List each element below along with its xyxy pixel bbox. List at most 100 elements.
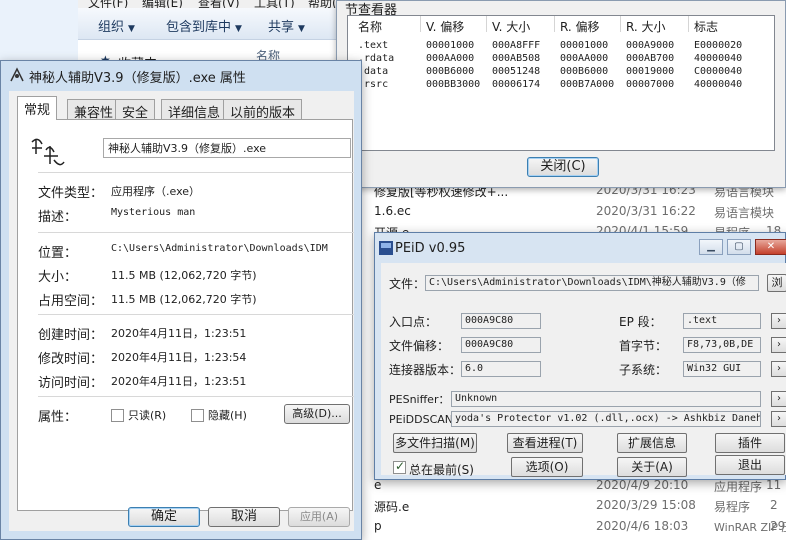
- table-row[interactable]: .text 00001000 000A8FFF 00001000 000A900…: [348, 40, 774, 53]
- peiddscan-arrow-icon[interactable]: ›: [771, 411, 786, 427]
- file-type-value: 应用程序（.exe）: [111, 185, 201, 198]
- about-button[interactable]: 关于(A): [617, 457, 687, 477]
- advanced-button[interactable]: 高级(D)...: [284, 404, 350, 424]
- cell-roffset: 00001000: [560, 40, 609, 51]
- cell-name: .data: [358, 66, 389, 77]
- options-button[interactable]: 选项(O): [511, 457, 583, 477]
- file-properties-dialog: 神秘人辅助V3.9（修复版）.exe 属性 常规 兼容性 安全 详细信息 以前的…: [0, 60, 362, 540]
- pesniffer-arrow-icon[interactable]: ›: [771, 391, 786, 407]
- menu-file[interactable]: 文件(F): [88, 0, 128, 8]
- organize-button[interactable]: 组织 ▼: [98, 16, 135, 35]
- created-label: 创建时间：: [38, 328, 104, 343]
- cell-rsize: 00007000: [626, 79, 675, 90]
- readonly-label: 只读(R): [128, 409, 167, 422]
- exit-button[interactable]: 退出: [715, 455, 785, 475]
- maximize-icon[interactable]: ▢: [727, 239, 751, 255]
- table-row[interactable]: .data 000B6000 00051248 000B6000 0001900…: [348, 66, 774, 79]
- pesniffer-field: Unknown: [451, 391, 761, 407]
- section-viewer-window: 节查看器 名称 V. 偏移 V. 大小 R. 偏移 R. 大小 标志 .text…: [336, 0, 786, 188]
- ep-section-label: EP 段：: [619, 315, 662, 329]
- cell-rsize: 00019000: [626, 66, 675, 77]
- close-icon[interactable]: ✕: [755, 239, 786, 255]
- file-label: 文件：: [389, 277, 426, 291]
- column-header-voffset[interactable]: V. 偏移: [426, 18, 464, 35]
- size-value: 11.5 MB (12,062,720 字节): [111, 269, 257, 282]
- share-button[interactable]: 共享 ▼: [268, 16, 305, 35]
- cancel-button[interactable]: 取消: [208, 507, 280, 527]
- filename-input[interactable]: 神秘人辅助V3.9（修复版）.exe: [103, 138, 351, 158]
- subsystem-arrow-icon[interactable]: ›: [771, 361, 786, 377]
- file-type: 易语言模块: [714, 206, 775, 220]
- subsystem-field: Win32 GUI: [683, 361, 761, 377]
- hidden-label: 隐藏(H): [208, 409, 247, 422]
- list-item[interactable]: 1.6.ec 2020/3/31 16:22 易语言模块: [374, 204, 786, 224]
- include-library-button[interactable]: 包含到库中 ▼: [166, 16, 242, 35]
- list-item[interactable]: p 2020/4/6 18:03 WinRAR ZIP 压缩... 29: [374, 519, 786, 539]
- view-process-button[interactable]: 查看进程(T): [507, 433, 583, 453]
- menu-edit[interactable]: 编辑(E): [142, 0, 183, 8]
- menu-tools[interactable]: 工具(T): [254, 0, 295, 8]
- chevron-down-icon: ▼: [235, 24, 242, 34]
- menu-view[interactable]: 查看(V): [198, 0, 240, 8]
- multi-scan-button[interactable]: 多文件扫描(M): [393, 433, 477, 453]
- browse-button[interactable]: 浏: [767, 274, 786, 292]
- minimize-icon[interactable]: ▁: [699, 239, 723, 255]
- first-bytes-arrow-icon[interactable]: ›: [771, 337, 786, 353]
- section-table[interactable]: 名称 V. 偏移 V. 大小 R. 偏移 R. 大小 标志 .text 0000…: [347, 15, 775, 151]
- tab-previous-versions[interactable]: 以前的版本: [223, 99, 303, 121]
- cell-voffset: 000B6000: [426, 66, 475, 77]
- linker-label: 连接器版本：: [389, 363, 462, 377]
- general-tab-page: 神秘人辅助V3.9（修复版）.exe 文件类型： 应用程序（.exe） 描述： …: [17, 119, 354, 511]
- file-type-label: 文件类型：: [38, 186, 104, 201]
- column-header-rsize[interactable]: R. 大小: [626, 18, 666, 35]
- accessed-label: 访问时间：: [38, 376, 104, 391]
- created-value: 2020年4月11日，1:23:51: [111, 327, 247, 340]
- table-row[interactable]: .rsrc 000BB3000 00006174 000B7A000 00007…: [348, 79, 774, 92]
- pesniffer-label: PESniffer：: [389, 393, 450, 406]
- cell-name: .text: [358, 40, 389, 51]
- cell-name: .rdata: [358, 53, 395, 64]
- window-title: 神秘人辅助V3.9（修复版）.exe 属性: [29, 71, 246, 86]
- readonly-checkbox[interactable]: [111, 409, 124, 422]
- tab-compatibility[interactable]: 兼容性: [67, 99, 121, 121]
- always-on-top-checkbox[interactable]: [393, 459, 406, 474]
- column-header-name[interactable]: 名称: [358, 18, 382, 35]
- column-separator: [486, 16, 487, 32]
- column-separator: [420, 16, 421, 32]
- file-path-input[interactable]: C:\Users\Administrator\Downloads\IDM\神秘人…: [425, 275, 759, 291]
- app-icon: [10, 67, 24, 82]
- close-button[interactable]: 关闭(C): [527, 157, 599, 177]
- cell-vsize: 00051248: [492, 66, 541, 77]
- tab-details[interactable]: 详细信息: [161, 99, 228, 121]
- hidden-checkbox[interactable]: [191, 409, 204, 422]
- divider: [38, 172, 354, 173]
- extended-info-button[interactable]: 扩展信息: [617, 433, 687, 453]
- peiddscan-field: yoda's Protector v1.02 (.dll,.ocx) -> As…: [451, 411, 761, 427]
- subsystem-label: 子系统：: [619, 363, 668, 377]
- column-header-flags[interactable]: 标志: [694, 18, 718, 35]
- chevron-down-icon: ▼: [298, 24, 305, 34]
- ep-section-arrow-icon[interactable]: ›: [771, 313, 786, 329]
- modified-label: 修改时间：: [38, 352, 104, 367]
- cell-flags: C0000040: [694, 66, 743, 77]
- list-item[interactable]: e 2020/4/9 20:10 应用程序 11: [374, 478, 786, 498]
- size-on-disk-label: 占用空间：: [38, 294, 104, 309]
- column-header-vsize[interactable]: V. 大小: [492, 18, 530, 35]
- apply-button[interactable]: 应用(A): [288, 507, 350, 527]
- plugins-button[interactable]: 插件: [715, 433, 785, 453]
- tab-general[interactable]: 常规: [17, 96, 58, 120]
- column-header-roffset[interactable]: R. 偏移: [560, 18, 600, 35]
- tab-security[interactable]: 安全: [115, 99, 156, 121]
- chevron-down-icon: ▼: [128, 24, 135, 34]
- ok-button[interactable]: 确定: [128, 507, 200, 527]
- entry-point-label: 入口点：: [389, 315, 438, 329]
- description-value: Mysterious man: [111, 207, 196, 218]
- list-item[interactable]: 源码.e 2020/3/29 15:08 易程序 2: [374, 498, 786, 518]
- cell-flags: E0000020: [694, 40, 743, 51]
- table-row[interactable]: .rdata 000AA000 000AB508 000AA000 000AB7…: [348, 53, 774, 66]
- cell-voffset: 000BB3000: [426, 79, 481, 90]
- cell-flags: 40000040: [694, 79, 743, 90]
- file-size: 29: [770, 519, 786, 533]
- file-size: 11: [766, 478, 782, 492]
- cell-voffset: 000AA000: [426, 53, 475, 64]
